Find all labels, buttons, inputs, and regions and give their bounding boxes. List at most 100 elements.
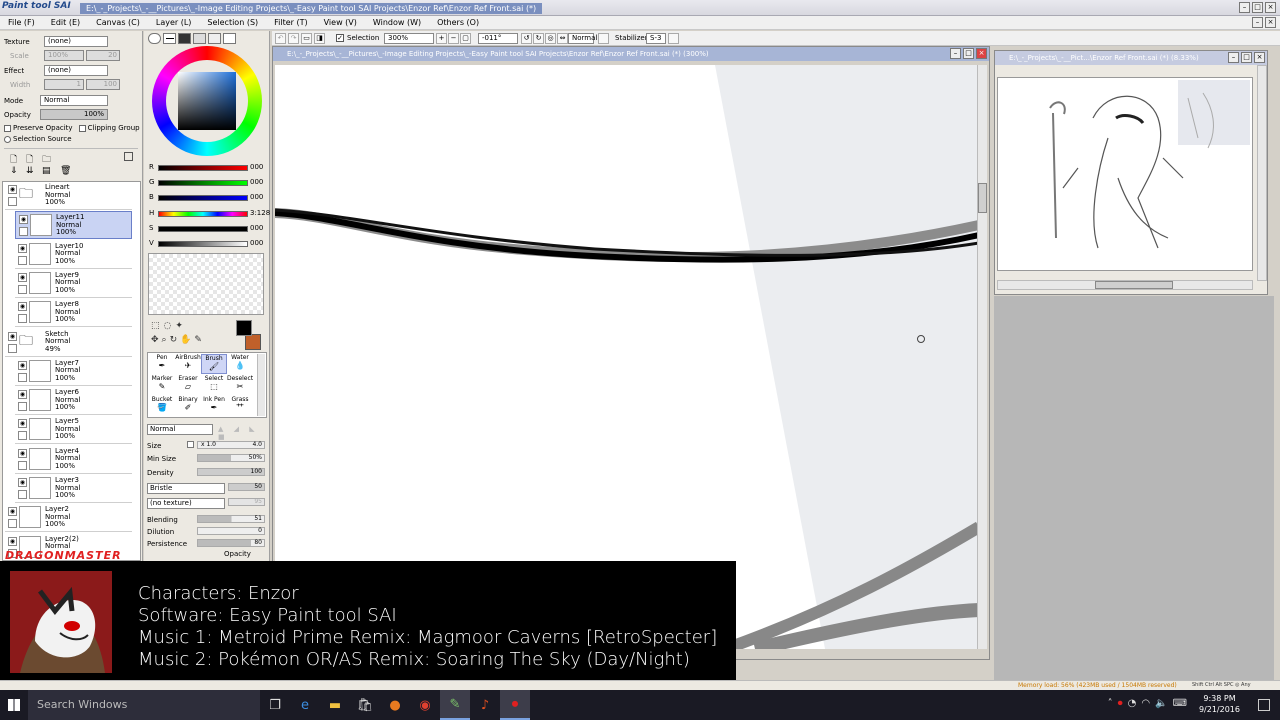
sv-square[interactable] <box>178 72 236 130</box>
taskbar-search[interactable]: Search Windows <box>28 690 260 720</box>
layer-row[interactable]: ◉ Layer5 Normal 100% <box>15 416 132 445</box>
zoom-in-icon[interactable]: + <box>436 33 447 44</box>
flip-icon[interactable]: ⇔ <box>557 33 568 44</box>
g-slider[interactable] <box>158 180 248 186</box>
b-slider[interactable] <box>158 195 248 201</box>
layer-row[interactable]: ◉ Layer11 Normal 100% <box>15 211 132 240</box>
layer-select-checkbox[interactable] <box>8 519 17 529</box>
recorder-icon[interactable]: ⏺ <box>500 690 530 720</box>
size-slider[interactable]: x 1.0 4.0 <box>197 441 265 449</box>
minsize-slider[interactable]: 50% <box>197 454 265 462</box>
painttool-sai-icon[interactable]: ✎ <box>440 690 470 720</box>
layer-select-checkbox[interactable] <box>8 343 17 353</box>
v-slider[interactable] <box>158 241 248 247</box>
dilution-slider[interactable]: 0 <box>197 527 265 535</box>
r-slider[interactable] <box>158 165 248 171</box>
navigator-minimize-button[interactable]: – <box>1228 52 1239 63</box>
layer-visibility-icon[interactable]: ◉ <box>18 390 27 400</box>
delete-layer-icon[interactable]: 🗑 <box>60 166 71 176</box>
layer-visibility-icon[interactable]: ◉ <box>18 272 27 282</box>
tray-chevron-icon[interactable]: ˄ <box>1108 698 1118 709</box>
merge-down-icon[interactable]: ⇊ <box>26 166 34 176</box>
layer-row[interactable]: ◉ Layer7 Normal 100% <box>15 357 132 386</box>
tool-deselect[interactable]: Deselect ✂ <box>227 375 253 395</box>
hsv-tab-icon[interactable] <box>178 33 191 44</box>
layer-row[interactable]: ◉ Layer2 Normal 100% <box>5 504 132 533</box>
tool-brush[interactable]: Brush 🖌 <box>201 354 227 374</box>
tool-select[interactable]: Select ⬚ <box>201 375 227 395</box>
canvas-minimize-button[interactable]: – <box>950 48 961 59</box>
tool-ink-pen[interactable]: Ink Pen ✒ <box>201 396 227 416</box>
layer-visibility-icon[interactable]: ◉ <box>18 448 27 458</box>
persistence-slider[interactable]: 80 <box>197 539 265 547</box>
menu-window[interactable]: Window (W) <box>373 18 421 27</box>
layer-row[interactable]: ◉ 🗀 Lineart Normal 100% <box>5 182 132 210</box>
zoom-out-icon[interactable]: − <box>448 33 459 44</box>
zoom-icon[interactable]: ⌕ <box>162 335 170 345</box>
primary-color-swatch[interactable] <box>236 320 252 336</box>
layer-row[interactable]: ◉ Layer3 Normal 100% <box>15 475 132 503</box>
rotate-icon[interactable]: ↻ <box>170 335 181 345</box>
redo-icon[interactable]: ↷ <box>288 33 299 44</box>
volume-icon[interactable]: 🔈 <box>1155 698 1172 709</box>
size-lock-checkbox[interactable] <box>187 441 194 448</box>
rotate-right-icon[interactable]: ↻ <box>533 33 544 44</box>
edge-icon[interactable]: e <box>290 690 320 720</box>
task-view-icon[interactable]: ❐ <box>260 690 290 720</box>
menu-canvas[interactable]: Canvas (C) <box>96 18 140 27</box>
tool-water[interactable]: Water 💧 <box>227 354 253 374</box>
texture-value[interactable]: 95 <box>228 498 265 506</box>
layer-select-checkbox[interactable] <box>19 227 28 237</box>
secondary-color-swatch[interactable] <box>245 334 261 350</box>
h-slider[interactable] <box>158 211 248 217</box>
move-icon[interactable]: ✥ <box>151 335 162 345</box>
layer-select-checkbox[interactable] <box>8 197 17 206</box>
keyboard-icon[interactable]: ⌨ <box>1173 698 1192 709</box>
blending-slider[interactable]: 51 <box>197 515 265 523</box>
navigator-hscrollbar[interactable] <box>997 280 1253 290</box>
rotate-left-icon[interactable]: ↺ <box>521 33 532 44</box>
tool-pen[interactable]: Pen ✒ <box>149 354 175 374</box>
tool-scrollbar[interactable] <box>257 354 265 416</box>
deselect-icon[interactable]: ▭ <box>301 33 312 44</box>
stabilizer-dropdown-icon[interactable] <box>668 33 679 44</box>
effect-select[interactable]: (none) <box>44 65 108 76</box>
maximize-button[interactable]: □ <box>1252 2 1263 13</box>
layer-select-checkbox[interactable] <box>18 431 27 441</box>
density-slider[interactable]: 100 <box>197 468 265 476</box>
layer-visibility-icon[interactable]: ◉ <box>18 419 27 429</box>
brush-shape-icons[interactable]: ▲ ◢ ◣ ■ <box>218 425 269 441</box>
tool-airbrush[interactable]: AirBrush ✈ <box>175 354 201 374</box>
stabilizer-field[interactable]: S-3 <box>646 33 666 44</box>
media-player-icon[interactable]: ♪ <box>470 690 500 720</box>
selection-source-radio[interactable] <box>4 135 11 143</box>
canvas-maximize-button[interactable]: □ <box>963 48 974 59</box>
texture-select[interactable]: (none) <box>44 36 108 47</box>
layer-row[interactable]: ◉ Layer4 Normal 100% <box>15 445 132 474</box>
scratchpad[interactable] <box>148 253 264 315</box>
action-center-icon[interactable] <box>1258 699 1270 711</box>
layer-visibility-icon[interactable]: ◉ <box>18 360 27 370</box>
tool-grass[interactable]: Grass ⺾ <box>227 396 253 416</box>
mode-toggle-icon[interactable] <box>598 33 609 44</box>
taskbar-clock[interactable]: 9:38 PM 9/21/2016 <box>1199 693 1240 715</box>
tool-eraser[interactable]: Eraser ▱ <box>175 375 201 395</box>
navigator-close-button[interactable]: × <box>1254 52 1265 63</box>
chrome-icon[interactable]: ◉ <box>410 690 440 720</box>
layer-visibility-icon[interactable]: ◉ <box>18 478 27 487</box>
layer-visibility-icon[interactable]: ◉ <box>18 302 27 312</box>
swatch-tab-icon[interactable] <box>193 33 206 44</box>
layer-visibility-icon[interactable]: ◉ <box>8 185 17 194</box>
menu-file[interactable]: File (F) <box>8 18 35 27</box>
angle-field[interactable]: -011° <box>478 33 518 44</box>
menu-view[interactable]: View (V) <box>324 18 357 27</box>
tool-bucket[interactable]: Bucket 🪣 <box>149 396 175 416</box>
shape-value[interactable]: 50 <box>228 483 265 491</box>
clear-layer-icon[interactable]: ▤ <box>42 166 51 176</box>
layer-row[interactable]: ◉ 🗀 Sketch Normal 49% <box>5 328 132 357</box>
layer-select-checkbox[interactable] <box>18 314 27 324</box>
rect-select-icon[interactable]: ⬚ <box>151 321 164 331</box>
brush-mode-select[interactable]: Normal <box>147 424 213 435</box>
zoom-field[interactable]: 300% <box>384 33 434 44</box>
layer-select-checkbox[interactable] <box>18 460 27 470</box>
